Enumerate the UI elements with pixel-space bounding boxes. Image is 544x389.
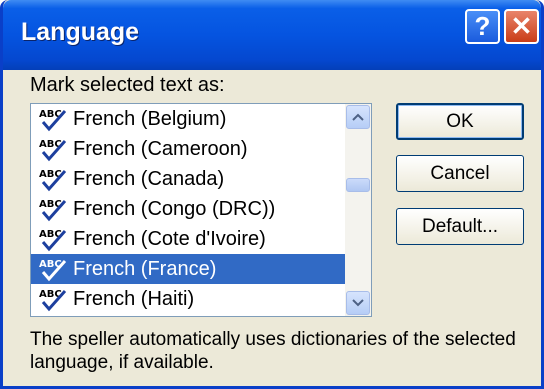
language-item-label: French (Cameroon): [73, 137, 248, 160]
list-label: Mark selected text as:: [30, 74, 225, 96]
language-list[interactable]: ABC French (Belgium) ABC French (Cameroon) A…: [30, 103, 372, 317]
ok-button[interactable]: OK: [396, 103, 524, 140]
cancel-button[interactable]: Cancel: [396, 155, 524, 192]
dialog-title: Language: [21, 18, 140, 46]
close-button[interactable]: ✕: [504, 9, 539, 44]
spellcheck-icon: ABC: [39, 139, 67, 162]
spellcheck-icon: ABC: [39, 199, 67, 222]
help-button[interactable]: ?: [465, 9, 500, 44]
language-item[interactable]: ABC French (France): [31, 254, 345, 284]
language-item-label: French (Belgium): [73, 107, 227, 130]
language-item[interactable]: ABC French (Canada): [31, 164, 345, 194]
vertical-scrollbar[interactable]: [345, 104, 371, 316]
language-item-label: French (Cote d'Ivoire): [73, 227, 266, 250]
scroll-down-button[interactable]: [346, 291, 370, 315]
language-item[interactable]: ABC French (Haiti): [31, 284, 345, 314]
spellcheck-icon: ABC: [39, 169, 67, 192]
spellcheck-icon: ABC: [39, 259, 67, 282]
scroll-up-arrow-icon: [352, 113, 364, 121]
scroll-up-button[interactable]: [346, 105, 370, 129]
language-item-label: French (Canada): [73, 167, 225, 190]
scroll-down-arrow-icon: [352, 299, 364, 307]
language-item[interactable]: ABC French (Cameroon): [31, 134, 345, 164]
language-item-label: French (France): [73, 257, 217, 280]
scroll-thumb[interactable]: [346, 178, 370, 192]
language-item[interactable]: ABC French (Congo (DRC)): [31, 194, 345, 224]
language-item-label: French (Haiti): [73, 287, 195, 310]
spellcheck-icon: ABC: [39, 289, 67, 312]
title-bar[interactable]: Language ? ✕: [3, 0, 541, 70]
speller-note: The speller automatically uses dictionar…: [30, 329, 516, 373]
spellcheck-icon: ABC: [39, 109, 67, 132]
language-item[interactable]: ABC French (Belgium): [31, 104, 345, 134]
language-item-label: French (Congo (DRC)): [73, 197, 276, 220]
language-dialog: Language ? ✕ Mark selected text as: ABC F…: [0, 0, 544, 389]
spellcheck-icon: ABC: [39, 229, 67, 252]
language-list-items: ABC French (Belgium) ABC French (Cameroon) A…: [31, 104, 345, 314]
default-button[interactable]: Default...: [396, 208, 524, 245]
language-item[interactable]: ABC French (Cote d'Ivoire): [31, 224, 345, 254]
